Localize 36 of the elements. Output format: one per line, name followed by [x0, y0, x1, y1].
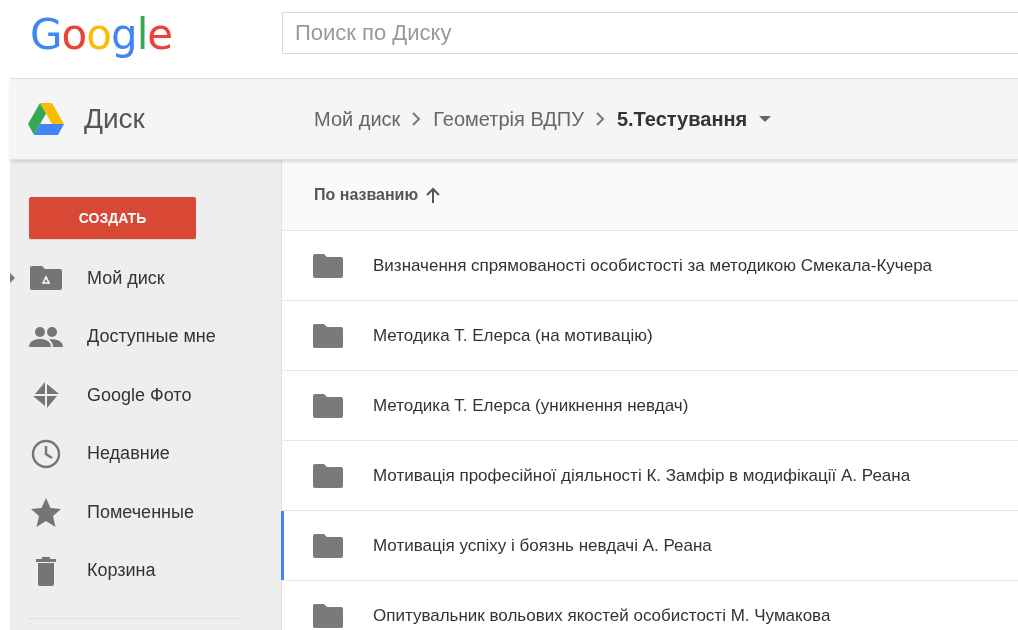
- folder-name[interactable]: Опитувальник вольових якостей особистості М. Чумакова: [373, 605, 831, 626]
- folder-icon: [313, 603, 343, 628]
- folder-icon: [313, 533, 343, 558]
- folder-name[interactable]: Методика Т. Елерса (уникнення невдач): [373, 395, 689, 416]
- folder-icon: [313, 463, 343, 488]
- chevron-right-icon: [412, 112, 422, 126]
- create-button[interactable]: СОЗДАТЬ: [29, 197, 196, 239]
- nav-item[interactable]: Недавние: [87, 443, 170, 465]
- folder-icon: [313, 393, 343, 418]
- folder-name[interactable]: Мотивація професійної діяльності К. Замфір в модифікації А. Реана: [373, 465, 911, 486]
- sort-label[interactable]: По названию: [314, 186, 419, 204]
- breadcrumb-link[interactable]: Мой диск: [314, 107, 401, 131]
- expand-triangle-icon[interactable]: [10, 273, 15, 283]
- drive-logo-icon: [28, 103, 64, 135]
- nav-item[interactable]: Корзина: [87, 560, 156, 582]
- people-icon: [29, 326, 63, 347]
- nav-item[interactable]: Доступные мне: [87, 326, 216, 348]
- drive-folder-icon: [30, 266, 62, 291]
- folder-icon: [313, 323, 343, 348]
- google-logo[interactable]: Google: [30, 9, 282, 59]
- breadcrumb-link[interactable]: 5.Тестування: [616, 107, 748, 131]
- nav-item[interactable]: Помеченные: [87, 501, 194, 523]
- folder-icon: [313, 253, 343, 278]
- clock-icon: [31, 438, 61, 469]
- nav-item[interactable]: Мой диск: [87, 267, 165, 289]
- search-field[interactable]: Поиск по Диску: [282, 12, 1018, 54]
- folder-name[interactable]: Мотивація успіху і боязнь невдачі А. Реана: [373, 535, 712, 556]
- breadcrumb-link[interactable]: Геометрія ВДПУ: [433, 107, 584, 131]
- dropdown-caret-icon[interactable]: [759, 116, 772, 122]
- chevron-right-icon: [595, 112, 605, 126]
- star-icon: [31, 497, 61, 527]
- folder-name[interactable]: Методика Т. Елерса (на мотивацію): [373, 325, 653, 346]
- arrow-up-icon[interactable]: [426, 187, 441, 203]
- folder-name[interactable]: Визначення спрямованості особистості за методикою Смекала-Кучера: [373, 255, 933, 276]
- app-title: Диск: [84, 103, 145, 135]
- nav-item[interactable]: Google Фото: [87, 384, 192, 406]
